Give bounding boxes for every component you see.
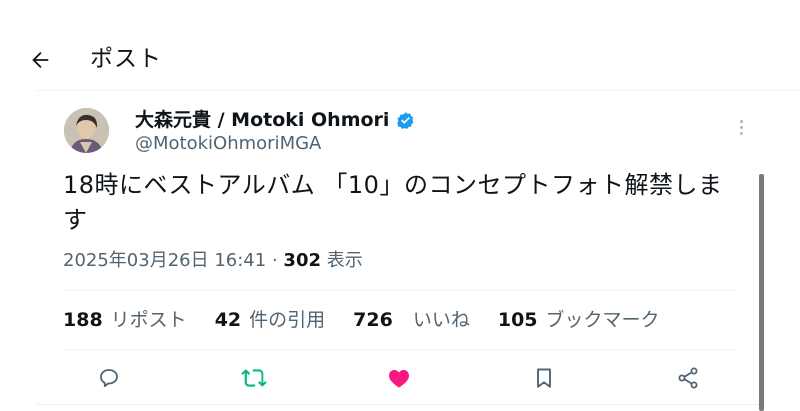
stat-reposts[interactable]: 188 リポスト	[63, 307, 187, 333]
stat-quotes[interactable]: 42 件の引用	[215, 307, 325, 333]
stat-count: 726	[353, 309, 393, 331]
stat-likes[interactable]: 726 いいね	[353, 307, 470, 333]
stat-bookmarks[interactable]: 105 ブックマーク	[498, 307, 660, 333]
meta-separator: ·	[271, 250, 278, 271]
stat-count: 42	[214, 309, 242, 331]
avatar[interactable]	[64, 108, 109, 153]
divider	[36, 90, 800, 91]
like-icon	[389, 370, 409, 388]
page-title: ポスト	[90, 46, 162, 72]
author-name-text: 大森元貴 / Motoki Ohmori	[135, 109, 390, 131]
reply-icon	[100, 369, 118, 387]
stat-label: リポスト	[110, 309, 187, 331]
post-meta: 2025年03月26日 16:41 · 302 表示	[63, 248, 363, 274]
stat-label: 件の引用	[249, 309, 326, 331]
post-detail-page: ポスト 大森元貴 / Motoki Ohmori @MotokiOhmoriMG…	[0, 0, 800, 411]
verified-badge-icon	[397, 111, 414, 129]
views-count: 302	[283, 250, 321, 271]
share-icon	[678, 367, 698, 389]
post-datetime[interactable]: 2025年03月26日 16:41	[63, 250, 266, 271]
more-options-button[interactable]	[731, 116, 751, 138]
views-label: 表示	[326, 250, 363, 271]
divider	[63, 290, 737, 291]
divider	[36, 404, 764, 405]
scrollbar[interactable]	[759, 174, 764, 411]
engagement-stats: 188 リポスト 42 件の引用 726 いいね 105 ブックマーク	[63, 307, 660, 333]
author-name[interactable]: 大森元貴 / Motoki Ohmori	[135, 107, 415, 133]
back-arrow-icon	[32, 52, 49, 68]
avatar-photo	[64, 108, 109, 153]
top-bar: ポスト	[0, 0, 800, 90]
stat-label: いいね	[412, 309, 470, 331]
action-bar	[0, 360, 760, 396]
repost-button[interactable]	[240, 364, 268, 392]
stat-count: 188	[63, 309, 103, 331]
stat-label: ブックマーク	[545, 309, 660, 331]
more-dots-icon	[739, 119, 743, 123]
back-button[interactable]	[22, 42, 58, 78]
author-handle[interactable]: @MotokiOhmoriMGA	[135, 132, 321, 156]
post-text: 18時にベストアルバム 「10」のコンセプトフォト解禁します	[63, 171, 723, 234]
stat-count: 105	[497, 309, 538, 331]
share-button[interactable]	[674, 364, 702, 392]
repost-icon	[241, 369, 267, 387]
bookmark-button[interactable]	[530, 364, 558, 392]
reply-button[interactable]	[95, 364, 123, 392]
bookmark-icon	[537, 368, 551, 388]
divider	[63, 349, 737, 350]
like-button[interactable]	[385, 364, 413, 392]
